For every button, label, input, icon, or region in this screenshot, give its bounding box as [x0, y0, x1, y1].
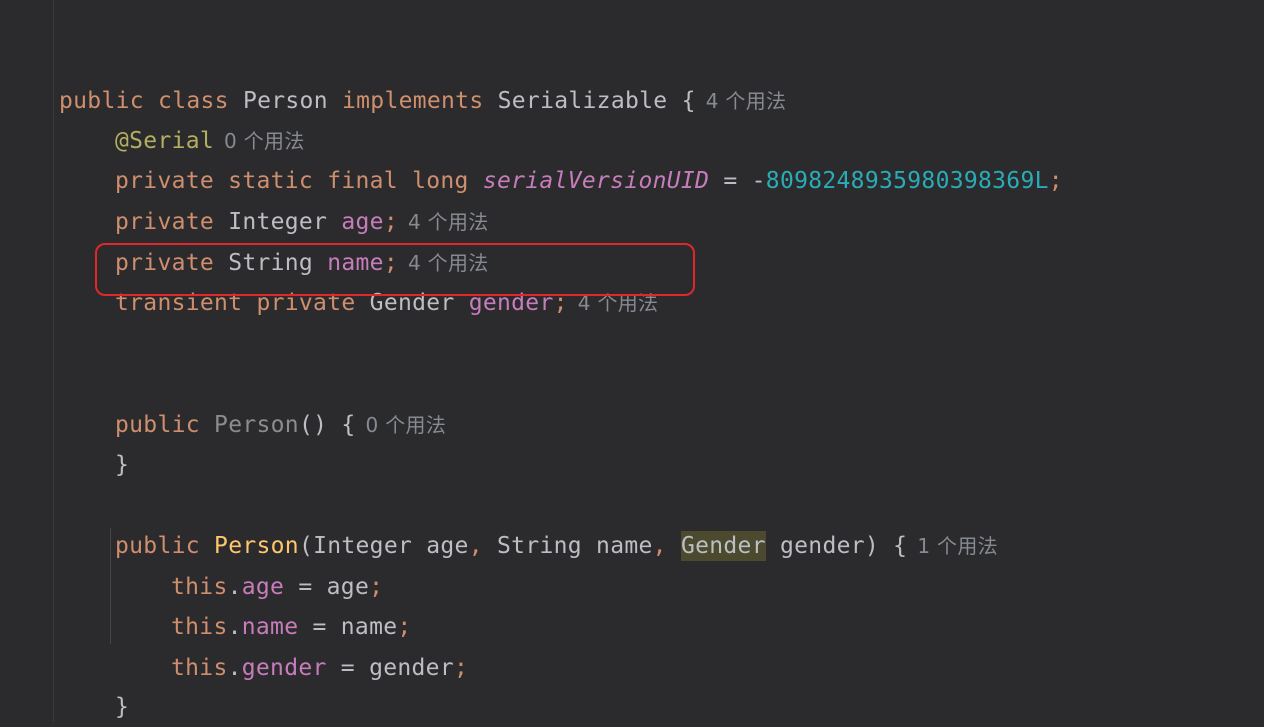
dot: . [227, 655, 242, 681]
close-brace: } [115, 694, 130, 720]
numeric-literal: 8098248935980398369L [765, 168, 1049, 194]
code-line-assign-age[interactable]: this.age = age; [171, 527, 383, 600]
keyword-implements: implements [342, 88, 484, 114]
field-serial-version-uid[interactable]: serialVersionUID [483, 168, 709, 194]
open-brace: { [681, 88, 696, 114]
param-gender: gender) { [765, 533, 908, 559]
editor-gutter-divider [53, 0, 54, 722]
assign-operator: = - [709, 168, 766, 194]
semicolon: ; [1048, 168, 1063, 194]
code-line-class-decl[interactable]: public class Person implements Serializa… [59, 41, 786, 114]
usage-hint[interactable]: 1 个用法 [917, 534, 998, 558]
code-line-assign-gender[interactable]: this.gender = gender; [171, 608, 468, 681]
field-gender-ref[interactable]: gender [242, 655, 327, 681]
semicolon: ; [453, 655, 469, 681]
constructor-signature: () { [298, 412, 356, 438]
close-brace: } [115, 452, 130, 478]
param-name: String name [482, 533, 653, 559]
usage-hint[interactable]: 0 个用法 [366, 413, 447, 437]
code-line-serial-version-uid[interactable]: private static final long serialVersionU… [115, 121, 1063, 194]
code-line-default-constructor[interactable]: public Person() {0 个用法 [115, 365, 446, 438]
code-line-assign-name[interactable]: this.name = name; [171, 567, 412, 640]
code-line-name-field[interactable]: private String name; 4 个用法 [115, 203, 489, 276]
assignment: = gender [326, 655, 454, 681]
interface-name[interactable]: Serializable [498, 88, 668, 114]
comma: , [652, 533, 667, 559]
comma: , [468, 533, 483, 559]
usage-hint[interactable]: 4 个用法 [706, 89, 787, 113]
scope-indent-guide [110, 528, 111, 644]
code-line-age-field[interactable]: private Integer age; 4 个用法 [115, 162, 489, 235]
code-line-close-brace: } [115, 405, 129, 478]
code-line-full-constructor[interactable]: public Person(Integer age, String name, … [115, 486, 998, 561]
constructor-name-unused[interactable]: Person [214, 412, 299, 438]
code-line-close-brace: } [115, 647, 129, 720]
keyword-this: this [171, 655, 228, 681]
highlight-annotation-box [95, 243, 695, 296]
type-gender-highlighted[interactable]: Gender [680, 531, 766, 561]
code-line-serial-annotation[interactable]: @Serial 0 个用法 [115, 81, 305, 154]
